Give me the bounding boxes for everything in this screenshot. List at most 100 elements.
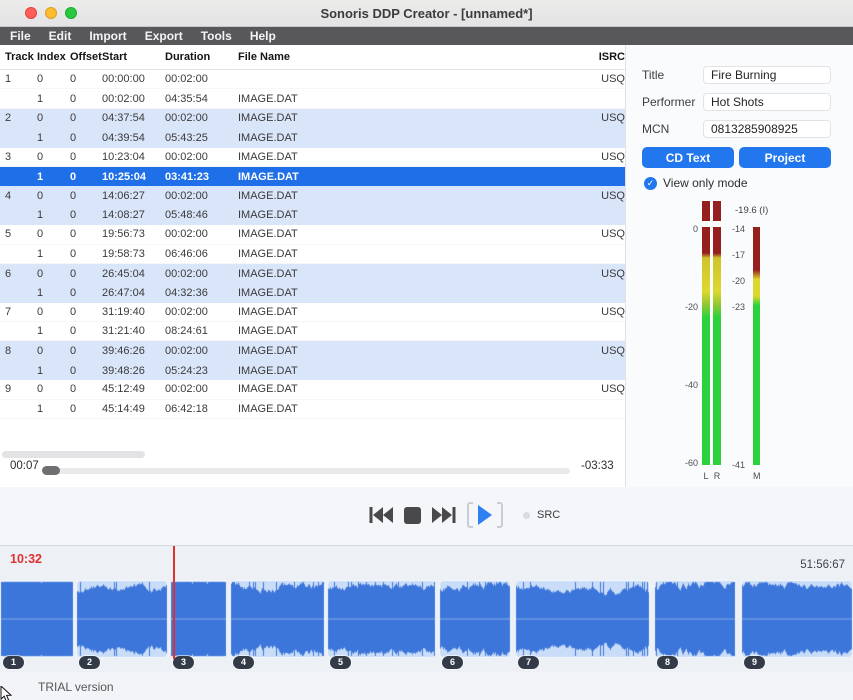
cell-duration: 00:02:00 xyxy=(165,190,238,202)
cell-isrc: USQ xyxy=(595,112,625,124)
m-scale-tick: -23 xyxy=(717,300,745,314)
track-marker-7[interactable]: 7 xyxy=(518,656,539,669)
cell-file: IMAGE.DAT xyxy=(238,383,595,395)
cell-offset: 0 xyxy=(70,306,102,318)
cell-file: IMAGE.DAT xyxy=(238,365,595,377)
menu-edit[interactable]: Edit xyxy=(49,27,72,45)
timeline-panel: 10:32 51:56:67 123456789 xyxy=(0,545,853,672)
seek-slider-handle[interactable] xyxy=(42,466,60,475)
cell-index: 1 xyxy=(37,93,70,105)
menu-tools[interactable]: Tools xyxy=(201,27,232,45)
table-row[interactable]: 1000:02:0004:35:54IMAGE.DAT xyxy=(0,89,625,108)
table-row[interactable]: 1045:14:4906:42:18IMAGE.DAT xyxy=(0,400,625,419)
table-row[interactable]: 40014:06:2700:02:00IMAGE.DATUSQ xyxy=(0,186,625,205)
track-marker-8[interactable]: 8 xyxy=(657,656,678,669)
cell-start: 00:02:00 xyxy=(102,93,165,105)
src-toggle[interactable]: SRC xyxy=(523,509,560,521)
cell-isrc: USQ xyxy=(595,345,625,357)
focus-bracket-right xyxy=(497,502,503,528)
cell-offset: 0 xyxy=(70,287,102,299)
table-header-row: TrackIndexOffsetStartDurationFile NameIS… xyxy=(0,45,625,70)
lr-scale-tick: 0 xyxy=(666,222,698,236)
track-marker-6[interactable]: 6 xyxy=(442,656,463,669)
cell-duration: 00:02:00 xyxy=(165,268,238,280)
waveform-display[interactable] xyxy=(0,580,853,658)
cell-file: IMAGE.DAT xyxy=(238,93,595,105)
seek-slider-track[interactable] xyxy=(42,468,570,474)
cell-track: 2 xyxy=(5,112,37,124)
cell-offset: 0 xyxy=(70,132,102,144)
cell-duration: 08:24:61 xyxy=(165,325,238,337)
cell-track: 5 xyxy=(5,228,37,240)
table-row[interactable]: 1026:47:0404:32:36IMAGE.DAT xyxy=(0,283,625,302)
cd-text-button[interactable]: CD Text xyxy=(642,147,734,168)
cell-isrc: USQ xyxy=(595,151,625,163)
cell-file: IMAGE.DAT xyxy=(238,306,595,318)
play-button[interactable] xyxy=(467,501,503,529)
track-marker-5[interactable]: 5 xyxy=(330,656,351,669)
cell-file: IMAGE.DAT xyxy=(238,345,595,357)
cell-duration: 05:48:46 xyxy=(165,209,238,221)
cell-index: 0 xyxy=(37,73,70,85)
cell-start: 10:23:04 xyxy=(102,151,165,163)
lr-scale-tick: -20 xyxy=(666,300,698,314)
playhead-time-label: 10:32 xyxy=(10,552,42,566)
mcn-label: MCN xyxy=(642,120,669,138)
menu-help[interactable]: Help xyxy=(250,27,276,45)
table-row[interactable]: 1010:25:0403:41:23IMAGE.DAT xyxy=(0,167,625,186)
left-channel-label: L xyxy=(702,471,710,481)
remaining-time-label: -03:33 xyxy=(581,460,614,472)
track-marker-3[interactable]: 3 xyxy=(173,656,194,669)
cell-duration: 03:41:23 xyxy=(165,171,238,183)
menu-export[interactable]: Export xyxy=(145,27,183,45)
table-row[interactable]: 50019:56:7300:02:00IMAGE.DATUSQ xyxy=(0,225,625,244)
cell-file: IMAGE.DAT xyxy=(238,287,595,299)
horizontal-scrollbar[interactable] xyxy=(2,451,145,458)
cell-duration: 00:02:00 xyxy=(165,345,238,357)
table-row[interactable]: 1004:39:5405:43:25IMAGE.DAT xyxy=(0,128,625,147)
table-row[interactable]: 1039:48:2605:24:23IMAGE.DAT xyxy=(0,361,625,380)
cell-offset: 0 xyxy=(70,325,102,337)
cell-offset: 0 xyxy=(70,171,102,183)
view-only-checkbox[interactable]: ✓ xyxy=(644,177,657,190)
mono-channel-label: M xyxy=(753,471,760,481)
table-row[interactable]: 90045:12:4900:02:00IMAGE.DATUSQ xyxy=(0,380,625,399)
track-table-body: 10000:00:0000:02:00USQ1000:02:0004:35:54… xyxy=(0,70,625,419)
cell-start: 45:14:49 xyxy=(102,403,165,415)
skip-back-button[interactable] xyxy=(368,506,394,524)
cell-duration: 04:35:54 xyxy=(165,93,238,105)
cell-index: 0 xyxy=(37,112,70,124)
project-button[interactable]: Project xyxy=(739,147,831,168)
playhead-cursor[interactable] xyxy=(173,546,175,659)
cell-track: 3 xyxy=(5,151,37,163)
table-row[interactable]: 30010:23:0400:02:00IMAGE.DATUSQ xyxy=(0,148,625,167)
cell-file: IMAGE.DAT xyxy=(238,112,595,124)
cell-index: 1 xyxy=(37,132,70,144)
table-row[interactable]: 20004:37:5400:02:00IMAGE.DATUSQ xyxy=(0,109,625,128)
left-meter-bar xyxy=(702,227,710,465)
menu-file[interactable]: File xyxy=(10,27,31,45)
cell-isrc: USQ xyxy=(595,306,625,318)
cell-offset: 0 xyxy=(70,228,102,240)
table-row[interactable]: 10000:00:0000:02:00USQ xyxy=(0,70,625,89)
menu-import[interactable]: Import xyxy=(89,27,126,45)
table-row[interactable]: 60026:45:0400:02:00IMAGE.DATUSQ xyxy=(0,264,625,283)
skip-forward-button[interactable] xyxy=(431,506,457,524)
stop-button[interactable] xyxy=(404,507,421,524)
cell-index: 1 xyxy=(37,287,70,299)
cell-offset: 0 xyxy=(70,209,102,221)
cell-offset: 0 xyxy=(70,248,102,260)
track-marker-2[interactable]: 2 xyxy=(79,656,100,669)
track-marker-4[interactable]: 4 xyxy=(233,656,254,669)
table-row[interactable]: 1031:21:4008:24:61IMAGE.DAT xyxy=(0,322,625,341)
table-row[interactable]: 70031:19:4000:02:00IMAGE.DATUSQ xyxy=(0,303,625,322)
performer-input[interactable] xyxy=(703,93,831,111)
track-marker-1[interactable]: 1 xyxy=(3,656,24,669)
table-row[interactable]: 1019:58:7306:46:06IMAGE.DAT xyxy=(0,245,625,264)
title-input[interactable] xyxy=(703,66,831,84)
mcn-input[interactable] xyxy=(703,120,831,138)
cell-duration: 06:42:18 xyxy=(165,403,238,415)
table-row[interactable]: 80039:46:2600:02:00IMAGE.DATUSQ xyxy=(0,341,625,360)
track-marker-9[interactable]: 9 xyxy=(744,656,765,669)
table-row[interactable]: 1014:08:2705:48:46IMAGE.DAT xyxy=(0,206,625,225)
